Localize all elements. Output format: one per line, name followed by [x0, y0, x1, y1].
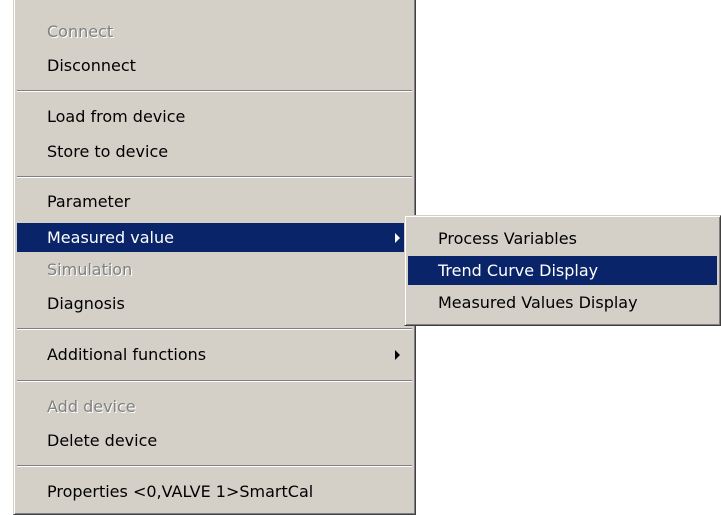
menu-item-measured-value[interactable]: Measured value	[17, 223, 412, 252]
menu-item-disconnect[interactable]: Disconnect	[17, 51, 412, 80]
menu-separator	[17, 380, 412, 382]
submenu-item-measured-values-display[interactable]: Measured Values Display	[408, 288, 717, 317]
menu-separator	[17, 176, 412, 178]
menu-separator	[17, 465, 412, 467]
submenu-item-trend-curve-display[interactable]: Trend Curve Display	[408, 256, 717, 285]
menu-item-measured-value-label: Measured value	[47, 228, 174, 247]
menu-item-load-from-device[interactable]: Load from device	[17, 102, 412, 131]
menu-item-store-to-device[interactable]: Store to device	[17, 137, 412, 166]
chevron-right-icon	[395, 233, 400, 243]
menu-separator	[17, 90, 412, 92]
chevron-right-icon	[395, 350, 400, 360]
menu-item-additional-functions-label: Additional functions	[47, 345, 207, 364]
measured-value-submenu: Process Variables Trend Curve Display Me…	[404, 215, 721, 326]
menu-item-simulation: Simulation	[47, 260, 133, 279]
menu-item-add-device: Add device	[47, 397, 136, 416]
menu-item-properties[interactable]: Properties <0,VALVE 1>SmartCal	[17, 477, 412, 506]
menu-item-connect: Connect	[47, 22, 114, 41]
menu-item-parameter[interactable]: Parameter	[17, 187, 412, 216]
submenu-item-process-variables[interactable]: Process Variables	[408, 224, 717, 253]
menu-item-additional-functions[interactable]: Additional functions	[17, 340, 412, 369]
menu-item-delete-device[interactable]: Delete device	[17, 426, 412, 455]
context-menu: Connect Disconnect Load from device Stor…	[13, 0, 416, 515]
menu-separator	[17, 328, 412, 330]
menu-item-diagnosis[interactable]: Diagnosis	[17, 289, 412, 318]
